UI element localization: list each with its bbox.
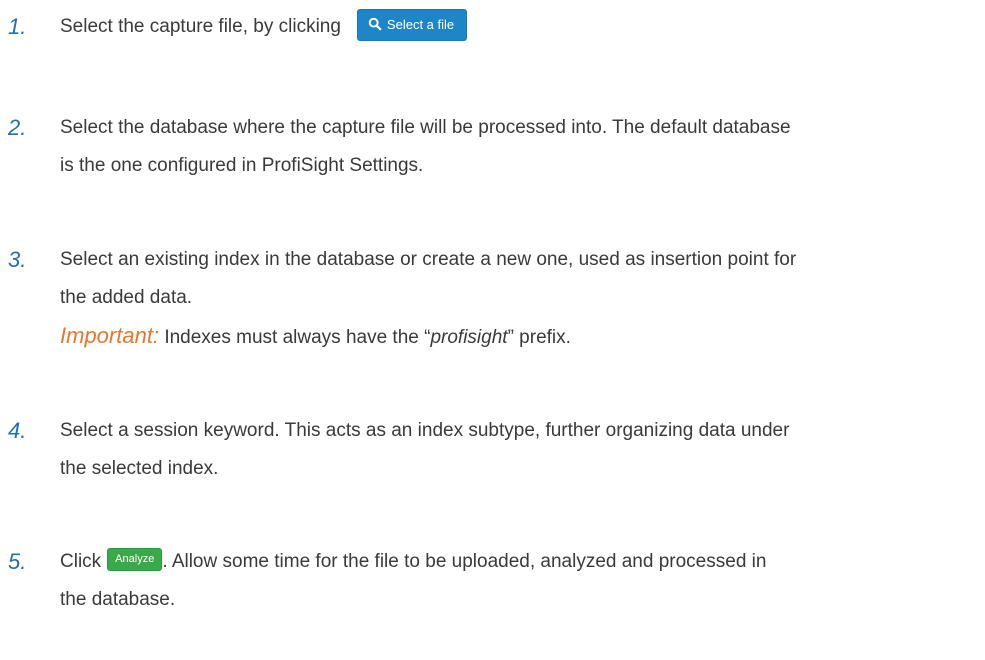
step-text: Select the capture file, by clicking Sele… [60,8,960,46]
step-number: 4. [8,418,27,443]
important-label: Important: [60,323,160,348]
step-text-line: is the one configured in ProfiSight Sett… [60,155,424,176]
step-text-line: Select an existing index in the database… [60,249,797,270]
step-text-after-button: . Allow some time for the file to be upl… [162,551,767,572]
page: { "steps": [ { "number": "1.", "text_bef… [0,0,985,660]
step-text-before-button: Click [60,551,102,572]
step-text: Select an existing index in the database… [60,241,960,357]
step-text-line: the database. [60,589,176,610]
step-number: 5. [8,549,27,574]
important-text-after: ” prefix. [507,327,571,348]
search-icon [368,18,382,31]
step-number: 1. [8,14,27,39]
step-text-line: Click Analyze. Allow some time for the fi… [60,543,960,581]
step-text: Select the database where the capture fi… [60,109,960,185]
step-text-line: Select the database where the capture fi… [60,117,791,138]
important-emphasis: profisight [430,327,508,348]
step-number: 2. [8,115,27,140]
step-text-line: Select a session keyword. This acts as a… [60,420,790,441]
important-text-before: Indexes must always have the “ [159,327,431,348]
select-file-button-label: Select a file [386,16,455,32]
step-number: 3. [8,247,27,272]
step-text: Click Analyze. Allow some time for the fi… [60,543,960,619]
step-text-line: the selected index. [60,458,219,479]
important-note: Important: Indexes must always have the … [60,317,960,357]
step-text-before-button: Select the capture file, by clicking [60,16,341,37]
step-text: Select a session keyword. This acts as a… [60,412,960,488]
step-text-line: the added data. [60,287,193,308]
analyze-button[interactable]: Analyze [107,548,163,572]
select-file-button[interactable]: Select a file [356,8,468,42]
